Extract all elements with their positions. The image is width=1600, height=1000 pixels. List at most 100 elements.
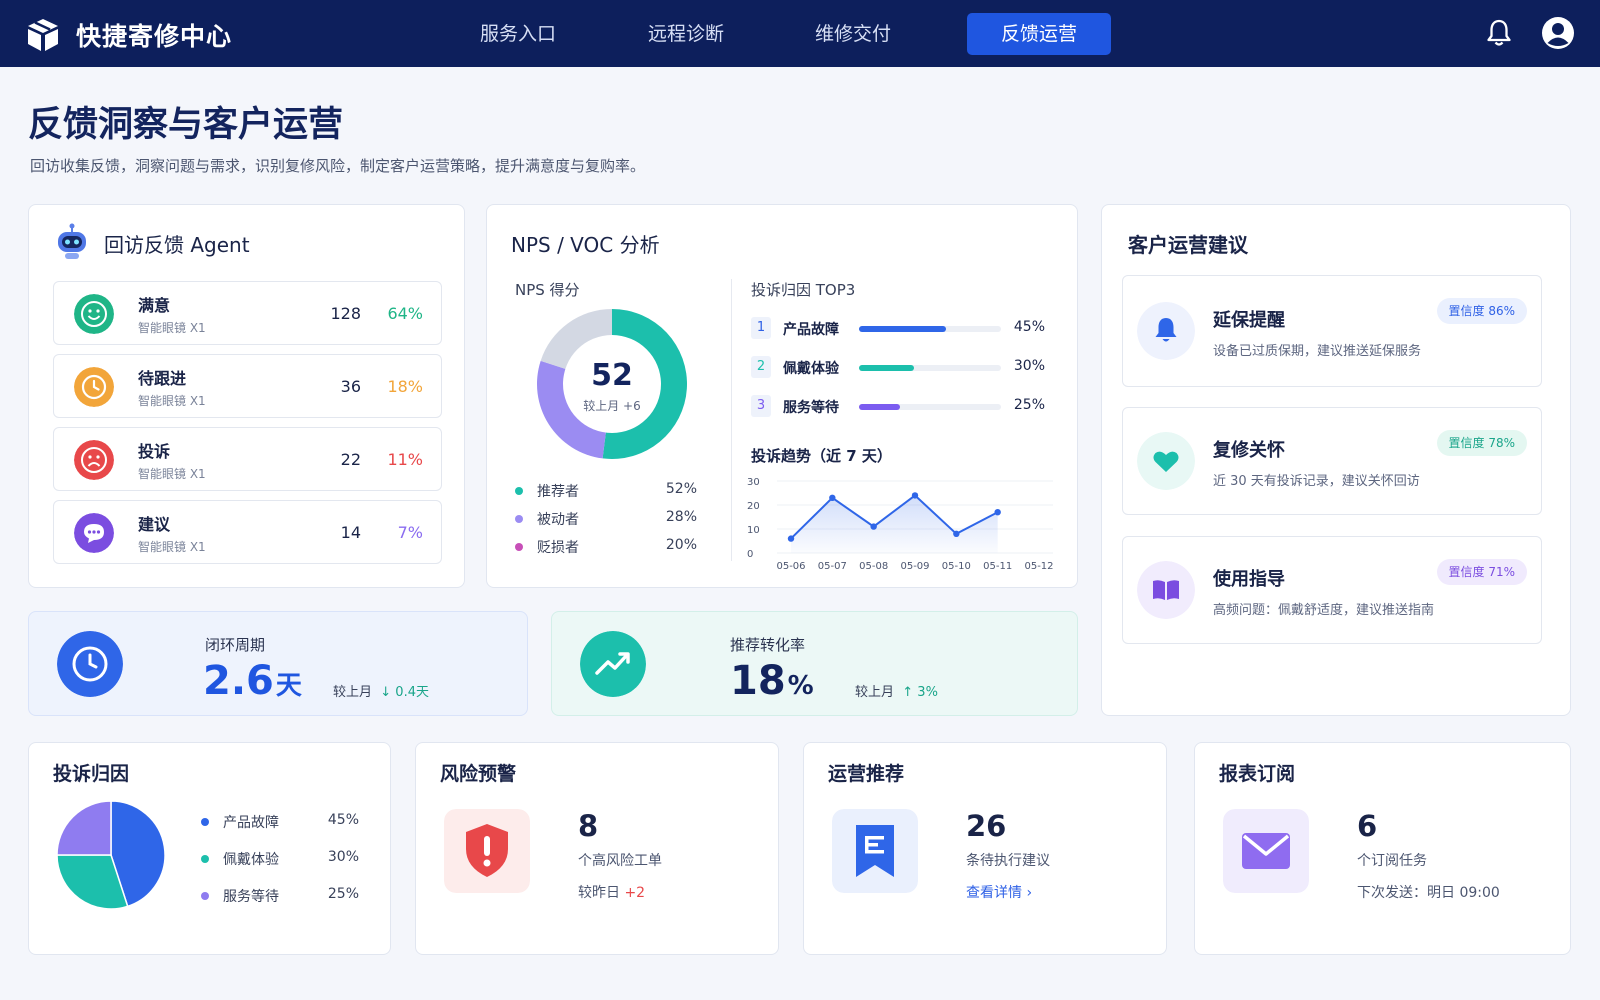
feedback-row-satisfied[interactable]: 满意 智能眼镜 X1 128 64%: [53, 281, 442, 345]
legend-value: 28%: [665, 509, 697, 525]
nps-card-title: NPS / VOC 分析: [511, 233, 660, 257]
pie-slice: [57, 801, 112, 856]
suggestion-desc: 近 30 天有投诉记录，建议关怀回访: [1213, 474, 1420, 489]
report-next-send: 下次发送：明日 09:00: [1357, 885, 1500, 901]
kpi-compare: 较上月 ↑ 3%: [855, 681, 938, 700]
shield-alert-icon: [444, 809, 530, 893]
feedback-device: 智能眼镜 X1: [138, 321, 206, 335]
legend-label: 佩戴体验: [223, 852, 279, 868]
nav-service-entry[interactable]: 服务入口: [468, 13, 568, 55]
bookmark-doc-icon: [832, 809, 918, 893]
box-logo-icon: [28, 19, 58, 51]
x-tick-label: 05-12: [1024, 561, 1053, 572]
feedback-device: 智能眼镜 X1: [138, 540, 206, 554]
feedback-percent: 11%: [387, 450, 423, 469]
notification-bell-icon[interactable]: [1484, 18, 1514, 48]
frown-icon: [74, 440, 114, 480]
feedback-percent: 64%: [387, 304, 423, 323]
y-tick-label: 30: [747, 477, 760, 488]
top3-title: 投诉归因 TOP3: [751, 281, 856, 299]
ops-count: 26: [966, 809, 1007, 843]
feedback-percent: 18%: [387, 377, 423, 396]
top3-row: 2 佩戴体验 30%: [751, 356, 1045, 378]
trend-point: [994, 509, 1001, 516]
suggestion-title: 复修关怀: [1213, 440, 1285, 461]
kpi-delta: ↑ 3%: [902, 685, 938, 700]
top3-rank: 2: [751, 356, 771, 378]
top3-bar-track: [859, 404, 1001, 410]
suggestion-extended-warranty[interactable]: 延保提醒 设备已过质保期，建议推送延保服务 置信度 86%: [1122, 275, 1542, 387]
y-tick-label: 10: [747, 525, 760, 536]
legend-label: 被动者: [537, 512, 579, 528]
top-navbar: 快捷寄修中心 服务入口 远程诊断 维修交付 反馈运营: [0, 0, 1600, 67]
kpi-compare: 较上月 ↓ 0.4天: [333, 681, 429, 700]
suggestion-repair-care[interactable]: 复修关怀 近 30 天有投诉记录，建议关怀回访 置信度 78%: [1122, 407, 1542, 515]
top3-value: 25%: [1013, 397, 1045, 413]
risk-count: 8: [578, 809, 599, 843]
customer-ops-suggestions-card: 客户运营建议 延保提醒 设备已过质保期，建议推送延保服务 置信度 86% 复修关…: [1101, 204, 1571, 716]
kpi-value: 18%: [730, 658, 814, 704]
feedback-row-follow-up[interactable]: 待跟进 智能眼镜 X1 36 18%: [53, 354, 442, 418]
user-avatar-icon[interactable]: [1541, 16, 1575, 50]
top3-rank: 3: [751, 395, 771, 417]
feedback-agent-card: 回访反馈 Agent 满意 智能眼镜 X1 128 64% 待跟进 智能眼镜 X…: [28, 204, 465, 588]
complaint-cause-title: 投诉归因: [53, 763, 130, 785]
trend-point: [911, 492, 919, 499]
complaint-trend-chart: 0 10 20 30 05-06 05-07 05-08 05-09 05-10 05-11 05-…: [747, 477, 1054, 572]
confidence-badge: 置信度 71%: [1436, 559, 1527, 585]
ops-title: 运营推荐: [828, 763, 905, 785]
report-subscription-card: 报表订阅 6 个订阅任务 下次发送：明日 09:00: [1194, 742, 1571, 955]
nav-remote-diagnosis[interactable]: 远程诊断: [636, 13, 736, 55]
clock-icon: [74, 367, 114, 407]
x-tick-label: 05-06: [776, 561, 805, 572]
complaint-cause-card: 投诉归因 产品故障 45% 佩戴体验 30% 服务等待 25%: [28, 742, 391, 955]
top3-bar-track: [859, 365, 1001, 371]
feedback-count: 22: [340, 450, 361, 469]
x-tick-label: 05-11: [983, 561, 1012, 572]
pie-legend-row: 佩戴体验 30%: [201, 849, 359, 869]
suggestion-title: 使用指导: [1213, 569, 1285, 590]
agent-card-title: 回访反馈 Agent: [104, 233, 250, 257]
legend-value: 30%: [327, 849, 359, 865]
y-tick-label: 20: [747, 501, 760, 512]
feedback-count: 14: [340, 523, 361, 542]
brand-name: 快捷寄修中心: [76, 22, 233, 51]
kpi-compare-label: 较上月: [333, 685, 373, 700]
top3-value: 30%: [1013, 358, 1045, 374]
report-title: 报表订阅: [1219, 763, 1296, 785]
x-tick-label: 05-07: [818, 561, 847, 572]
x-tick-label: 05-08: [859, 561, 888, 572]
clock-icon: [57, 631, 123, 697]
legend-dot: [515, 487, 523, 495]
ops-desc: 条待执行建议: [966, 853, 1050, 869]
suggestion-title: 延保提醒: [1213, 310, 1285, 331]
nps-legend-passive: 被动者 28%: [511, 509, 697, 529]
legend-value: 20%: [665, 537, 697, 553]
feedback-row-complaint[interactable]: 投诉 智能眼镜 X1 22 11%: [53, 427, 442, 491]
bell-icon: [1137, 302, 1195, 360]
feedback-percent: 7%: [397, 523, 423, 542]
top3-value: 45%: [1013, 319, 1045, 335]
nav-feedback-ops[interactable]: 反馈运营: [967, 13, 1111, 55]
ops-recommendation-card: 运营推荐 26 条待执行建议 查看详情 ›: [803, 742, 1167, 955]
nps-legend-promoter: 推荐者 52%: [511, 481, 697, 501]
legend-value: 25%: [327, 886, 359, 902]
legend-dot: [515, 543, 523, 551]
mail-icon: [1223, 809, 1309, 893]
kpi-delta: ↓ 0.4天: [380, 685, 429, 700]
feedback-row-suggestion[interactable]: 建议 智能眼镜 X1 14 7%: [53, 500, 442, 564]
legend-dot: [201, 818, 209, 826]
suggestion-desc: 高频问题：佩戴舒适度，建议推送指南: [1213, 603, 1435, 618]
suggestion-desc: 设备已过质保期，建议推送延保服务: [1213, 344, 1422, 359]
nav-repair-delivery[interactable]: 维修交付: [803, 13, 903, 55]
kpi-compare-label: 较上月: [855, 685, 895, 700]
report-count: 6: [1357, 809, 1378, 843]
trend-point: [829, 494, 836, 501]
kpi-value: 2.6天: [203, 658, 302, 704]
report-desc: 个订阅任务: [1357, 853, 1427, 869]
risk-warning-card[interactable]: 风险预警 8 个高风险工单 较昨日 +2: [415, 742, 779, 955]
x-tick-label: 05-10: [942, 561, 971, 572]
brand[interactable]: 快捷寄修中心: [24, 16, 232, 54]
suggestion-usage-guide[interactable]: 使用指导 高频问题：佩戴舒适度，建议推送指南 置信度 71%: [1122, 536, 1542, 644]
view-details-link[interactable]: 查看详情 ›: [966, 882, 1032, 902]
